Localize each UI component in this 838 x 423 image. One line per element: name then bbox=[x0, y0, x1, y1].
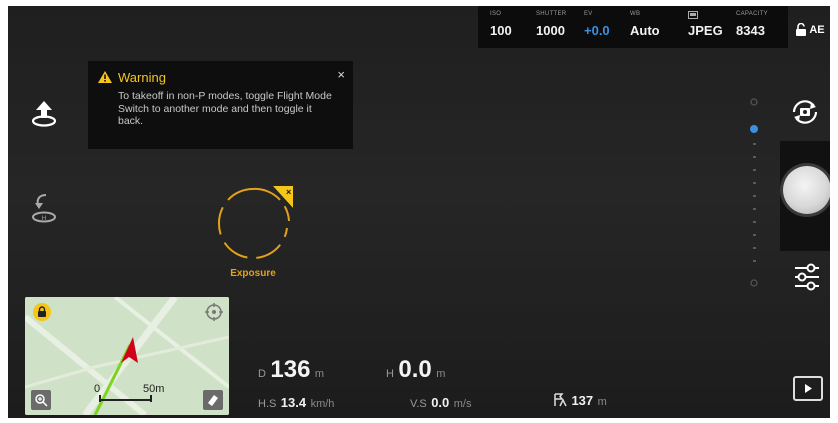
height-readout: H 0.0 m bbox=[386, 356, 445, 384]
home-distance-readout: 137 m bbox=[553, 392, 607, 410]
map-zoom-button[interactable] bbox=[31, 390, 51, 410]
slider-tick bbox=[753, 169, 756, 171]
distance-readout: D 136 m bbox=[258, 356, 324, 384]
vspeed-value: 0.0 bbox=[431, 395, 450, 410]
iso-value: 100 bbox=[490, 23, 512, 38]
camera-settings-button[interactable] bbox=[793, 262, 821, 297]
exposure-close-icon: × bbox=[286, 187, 291, 197]
height-value: 0.0 bbox=[398, 356, 432, 383]
slider-tick bbox=[753, 195, 756, 197]
home-point-icon bbox=[554, 393, 567, 407]
unlock-icon bbox=[796, 23, 807, 36]
slider-tick bbox=[753, 182, 756, 184]
warning-title: Warning bbox=[118, 70, 166, 85]
close-icon[interactable]: × bbox=[337, 67, 345, 82]
slider-tick bbox=[753, 221, 756, 223]
sd-card-icon bbox=[688, 11, 723, 21]
slider-handle[interactable] bbox=[749, 124, 759, 134]
iso-readout[interactable]: ISO 100 bbox=[490, 11, 512, 38]
zoom-icon bbox=[35, 394, 48, 407]
slider-bottom-icon bbox=[750, 279, 758, 287]
hspeed-unit: km/h bbox=[310, 398, 335, 410]
vspeed-unit: m/s bbox=[453, 398, 472, 410]
compass-icon bbox=[205, 303, 223, 321]
hspeed-value: 13.4 bbox=[280, 395, 307, 410]
format-readout[interactable]: JPEG bbox=[688, 11, 723, 38]
format-value: JPEG bbox=[688, 23, 723, 38]
wb-label: WB bbox=[630, 11, 641, 17]
map-canvas bbox=[25, 297, 229, 415]
vspeed-key: V.S bbox=[410, 398, 427, 410]
return-home-icon: H bbox=[32, 194, 56, 223]
ev-readout[interactable]: EV +0.0 bbox=[584, 11, 610, 38]
map-compass-button[interactable] bbox=[205, 303, 223, 326]
ae-lock-button[interactable]: AE bbox=[791, 16, 829, 44]
shutter-value: 1000 bbox=[536, 23, 565, 38]
height-unit: m bbox=[436, 368, 446, 380]
map-lock-button[interactable] bbox=[33, 303, 51, 321]
camera-status-bar: ISO 100 SHUTTER 1000 EV +0.0 WB Auto JPE… bbox=[478, 6, 788, 48]
distance-value: 136 bbox=[270, 356, 311, 383]
hspeed-readout: H.S 13.4 km/h bbox=[258, 394, 334, 412]
shutter-readout[interactable]: SHUTTER 1000 bbox=[536, 11, 566, 38]
capacity-value: 8343 bbox=[736, 23, 765, 38]
slider-tick bbox=[753, 208, 756, 210]
ae-label: AE bbox=[809, 24, 825, 36]
capacity-readout: CAPACITY 8343 bbox=[736, 11, 768, 38]
eraser-icon bbox=[208, 395, 218, 406]
slider-top-icon bbox=[750, 98, 758, 106]
takeoff-icon bbox=[31, 101, 57, 127]
scale-start-label: 0 bbox=[94, 383, 101, 395]
height-key: H bbox=[386, 368, 394, 380]
shutter-button[interactable] bbox=[783, 166, 830, 214]
home-distance-value: 137 bbox=[571, 393, 594, 408]
svg-text:H: H bbox=[42, 216, 46, 222]
map-clear-button[interactable] bbox=[203, 390, 223, 410]
return-home-button[interactable]: H bbox=[30, 193, 58, 230]
warning-icon bbox=[98, 71, 112, 83]
exposure-target[interactable]: × bbox=[213, 184, 295, 269]
warning-popup: Warning × To takeoff in non-P modes, tog… bbox=[88, 61, 353, 149]
slider-tick bbox=[753, 260, 756, 262]
ev-value: +0.0 bbox=[584, 23, 610, 38]
vspeed-readout: V.S 0.0 m/s bbox=[410, 394, 471, 412]
lock-icon bbox=[38, 306, 46, 317]
distance-key: D bbox=[258, 368, 266, 380]
camera-switch-icon bbox=[792, 100, 818, 124]
zoom-slider[interactable] bbox=[749, 98, 759, 288]
takeoff-button[interactable] bbox=[30, 99, 58, 134]
slider-tick bbox=[753, 156, 756, 158]
hspeed-key: H.S bbox=[258, 398, 277, 410]
exposure-label: Exposure bbox=[230, 268, 276, 279]
slider-tick bbox=[753, 247, 756, 249]
settings-sliders-icon bbox=[795, 263, 819, 291]
mini-map[interactable]: 0 50m bbox=[25, 297, 229, 415]
slider-tick bbox=[753, 143, 756, 145]
shutter-label: SHUTTER bbox=[536, 11, 567, 17]
playback-button[interactable] bbox=[793, 376, 823, 401]
wb-readout[interactable]: WB Auto bbox=[630, 11, 660, 38]
capacity-label: CAPACITY bbox=[736, 11, 768, 17]
camera-switch-button[interactable] bbox=[790, 98, 820, 131]
warning-message: To takeoff in non-P modes, toggle Flight… bbox=[118, 90, 332, 127]
ev-label: EV bbox=[584, 11, 593, 17]
fpv-screen: ISO 100 SHUTTER 1000 EV +0.0 WB Auto JPE… bbox=[8, 6, 830, 418]
scale-end-label: 50m bbox=[143, 383, 165, 395]
playback-icon bbox=[805, 384, 812, 393]
slider-tick bbox=[753, 234, 756, 236]
iso-label: ISO bbox=[490, 11, 502, 17]
home-distance-unit: m bbox=[597, 396, 607, 408]
wb-value: Auto bbox=[630, 23, 660, 38]
distance-unit: m bbox=[314, 368, 325, 380]
